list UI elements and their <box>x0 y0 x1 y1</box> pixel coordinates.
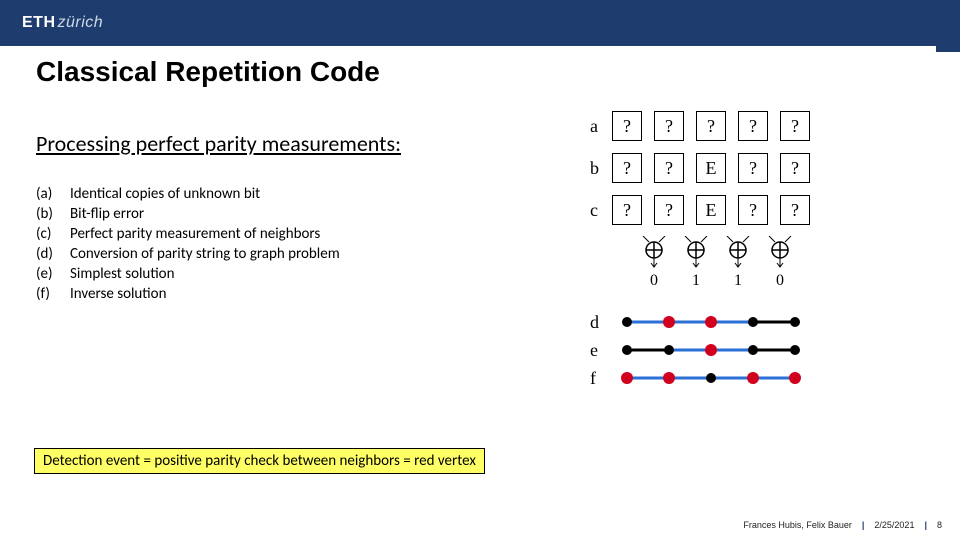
qubit-box: ? <box>612 153 642 183</box>
graph-line <box>612 310 810 334</box>
step-text: Conversion of parity string to graph pro… <box>70 245 340 263</box>
graph-row-label: d <box>590 312 612 333</box>
step-text: Identical copies of unknown bit <box>70 185 260 203</box>
footer-date: 2/25/2021 <box>874 520 914 530</box>
parity-ops: 0 1 1 0 <box>612 236 795 290</box>
xor-icon <box>681 236 711 270</box>
section-heading: Processing perfect parity measurements: <box>36 130 576 157</box>
parity-op: 0 <box>639 236 669 290</box>
box-row-label: c <box>590 200 612 221</box>
parity-op: 0 <box>765 236 795 290</box>
step-row: (c)Perfect parity measurement of neighbo… <box>36 225 576 243</box>
xor-icon <box>639 236 669 270</box>
footer-page: 8 <box>937 520 942 530</box>
graph-rows: def <box>590 308 930 392</box>
step-label: (d) <box>36 245 70 263</box>
content-block: Processing perfect parity measurements: … <box>36 130 576 305</box>
step-label: (a) <box>36 185 70 203</box>
qubit-box: ? <box>738 153 768 183</box>
qubit-box: ? <box>738 111 768 141</box>
xor-icon <box>765 236 795 270</box>
step-row: (d)Conversion of parity string to graph … <box>36 245 576 263</box>
step-label: (b) <box>36 205 70 223</box>
parity-row: 0 1 1 0 <box>590 236 930 290</box>
qubit-box: ? <box>696 111 726 141</box>
qubit-box: ? <box>738 195 768 225</box>
box-row: a????? <box>590 110 930 142</box>
qubit-box: ? <box>612 111 642 141</box>
parity-value: 0 <box>650 272 658 290</box>
step-label: (e) <box>36 265 70 283</box>
qubit-box: ? <box>654 111 684 141</box>
graph-line <box>612 366 810 390</box>
brand-name: ETH <box>22 14 56 31</box>
graph-row-label: f <box>590 368 612 389</box>
page-title: Classical Repetition Code <box>0 46 960 88</box>
qubit-box: ? <box>780 111 810 141</box>
parity-spacer <box>612 236 627 290</box>
graph-row: d <box>590 308 930 336</box>
step-row: (f)Inverse solution <box>36 285 576 303</box>
step-text: Inverse solution <box>70 285 166 303</box>
step-row: (a)Identical copies of unknown bit <box>36 185 576 203</box>
steps-list: (a)Identical copies of unknown bit(b)Bit… <box>36 185 576 303</box>
footer-authors: Frances Hubis, Felix Bauer <box>743 520 852 530</box>
box-row-cells: ????? <box>612 111 810 141</box>
graph-row: f <box>590 364 930 392</box>
step-label: (c) <box>36 225 70 243</box>
footer-sep-1: | <box>862 520 865 530</box>
highlight-callout: Detection event = positive parity check … <box>34 448 485 474</box>
qubit-box: ? <box>654 195 684 225</box>
footer-sep-2: | <box>924 520 927 530</box>
qubit-box: ? <box>654 153 684 183</box>
parity-op: 1 <box>681 236 711 290</box>
parity-value: 1 <box>692 272 700 290</box>
qubit-box: ? <box>612 195 642 225</box>
qubit-box: ? <box>780 195 810 225</box>
step-text: Bit-flip error <box>70 205 144 223</box>
footer: Frances Hubis, Felix Bauer | 2/25/2021 |… <box>743 520 942 530</box>
step-label: (f) <box>36 285 70 303</box>
qubit-box: E <box>696 195 726 225</box>
qubit-box: E <box>696 153 726 183</box>
step-text: Simplest solution <box>70 265 174 283</box>
step-row: (b)Bit-flip error <box>36 205 576 223</box>
parity-op: 1 <box>723 236 753 290</box>
xor-icon <box>723 236 753 270</box>
graph-row-label: e <box>590 340 612 361</box>
diagram: a?????b??E??c??E?? 0110 def <box>590 110 930 392</box>
box-row: c?? E?? <box>590 194 930 226</box>
box-row-cells: ?? E?? <box>612 195 810 225</box>
box-row-cells: ?? E?? <box>612 153 810 183</box>
graph-row: e <box>590 336 930 364</box>
step-row: (e)Simplest solution <box>36 265 576 283</box>
box-row-label: b <box>590 158 612 179</box>
step-text: Perfect parity measurement of neighbors <box>70 225 320 243</box>
graph-line <box>612 338 810 362</box>
box-row-label: a <box>590 116 612 137</box>
parity-value: 0 <box>776 272 784 290</box>
parity-value: 1 <box>734 272 742 290</box>
qubit-box: ? <box>780 153 810 183</box>
brand-suffix: zürich <box>58 14 104 31</box>
header-bar: ETHzürich <box>0 0 960 46</box>
box-row: b?? E?? <box>590 152 930 184</box>
brand-logo: ETHzürich <box>22 14 103 32</box>
